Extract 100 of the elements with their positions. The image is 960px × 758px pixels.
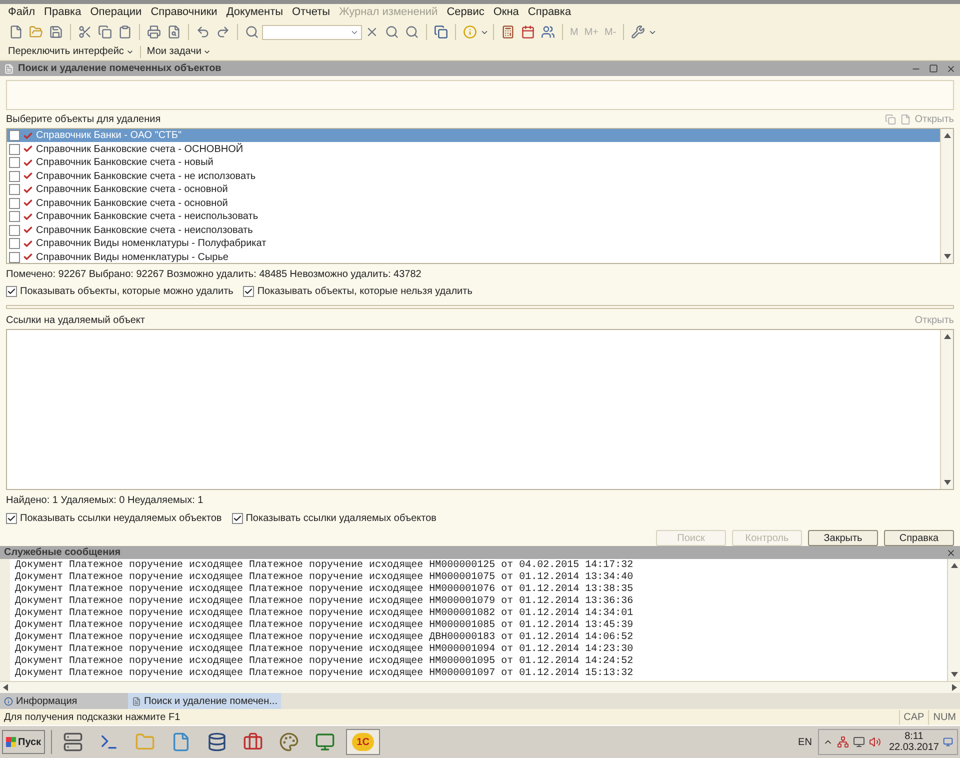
- panel-button[interactable]: Переключить интерфейс: [8, 44, 134, 59]
- list-row[interactable]: Справочник Банковские счета - неисползовать: [7, 223, 940, 237]
- window-title: Поиск и удаление помеченных объектов: [18, 62, 222, 76]
- checkbox[interactable]: [6, 286, 17, 297]
- search-field[interactable]: [262, 24, 362, 40]
- list-row[interactable]: Справочник Банковские счета - неиспользовать: [7, 210, 940, 224]
- windows-logo-icon: [6, 737, 16, 747]
- summary-text: Найдено: 1 Удаляемых: 0 Неудаляемых: 1: [6, 494, 204, 508]
- network-icon[interactable]: [836, 736, 849, 748]
- message-line: Документ Платежное поручение исходящее Платежное поручение исходящее НМ000001085 от 01.12.2014 13:45:39: [15, 620, 634, 632]
- deletion-mark-icon: [23, 212, 33, 222]
- scroll-right-icon[interactable]: [952, 684, 957, 691]
- dialog-button[interactable]: Закрыть: [808, 530, 878, 546]
- object-name: Справочник Банковские счета - новый: [36, 156, 214, 170]
- list-row[interactable]: Справочник Банковские счета - основной: [7, 182, 940, 196]
- menu-item[interactable]: Файл: [8, 4, 36, 21]
- message-line: Документ Платежное поручение исходящее Платежное поручение исходящее НМ000001095 от 01.12.2014 14:24:52: [15, 656, 634, 668]
- checkbox-label: Показывать ссылки неудаляемых объектов: [20, 512, 222, 526]
- panel-button[interactable]: Мои задачи: [146, 44, 212, 59]
- dialog-button[interactable]: Справка: [884, 530, 954, 546]
- maximize-icon[interactable]: [929, 64, 938, 73]
- message-line: Документ Платежное поручение исходящее Платежное поручение исходящее НМ000001097 от 01.12.2014 15:13:32: [15, 668, 634, 680]
- status-hint: Для получения подсказки нажмите F1: [4, 710, 182, 724]
- message-line: Документ Платежное поручение исходящее Платежное поручение исходящее НМ000001075 от 01.12.2014 13:34:40: [15, 572, 634, 584]
- section-label: Выберите объекты для удаления: [6, 113, 161, 128]
- clock-date: 22.03.2017: [888, 742, 939, 753]
- display-icon[interactable]: [852, 736, 865, 748]
- deletion-mark-icon: [23, 252, 33, 262]
- checkbox[interactable]: [232, 512, 243, 524]
- message-line: Документ Платежное поручение исходящее Платежное поручение исходящее ДВН00000183 от 01.12.2014 14:06:52: [15, 632, 634, 644]
- scroll-left-icon[interactable]: [3, 684, 8, 691]
- menu-item[interactable]: Операции: [90, 4, 142, 21]
- checkbox-label: Показывать ссылки удаляемых объектов: [246, 512, 436, 526]
- message-line: Документ Платежное поручение исходящее Платежное поручение исходящее НМ000001076 от 01.12.2014 13:38:35: [15, 584, 634, 596]
- checkbox[interactable]: [9, 170, 20, 182]
- checkbox[interactable]: [243, 286, 254, 297]
- panel-title: Служебные сообщения: [4, 546, 121, 560]
- list-row[interactable]: Справочник Виды номенклатуры - Сырье: [7, 250, 940, 263]
- deletion-mark-icon: [23, 130, 33, 141]
- object-name: Справочник Банковские счета - неисползовать: [36, 224, 253, 238]
- document-icon: [4, 64, 14, 74]
- window-tab[interactable]: Поиск и удаление помечен...: [128, 693, 282, 709]
- show-desktop-icon[interactable]: [943, 737, 953, 747]
- object-name: Справочник Банковские счета - не иcползовать: [36, 170, 256, 184]
- start-button[interactable]: Пуск: [2, 730, 46, 754]
- object-name: Справочник Виды номенклатуры - Сырье: [36, 250, 228, 263]
- info-icon: [4, 696, 13, 706]
- checkbox[interactable]: [6, 512, 17, 524]
- list-row[interactable]: Справочник Банковские счета - новый: [7, 156, 940, 170]
- list-row[interactable]: Справочник Виды номенклатуры - Полуфабрикат: [7, 236, 940, 250]
- message-line: Документ Платежное поручение исходящее Платежное поручение исходящее НМ000001082 от 01.12.2014 14:34:01: [15, 608, 634, 620]
- list-row[interactable]: Справочник Банковские счета - ОСНОВНОЙ: [7, 142, 940, 156]
- deletion-mark-icon: [23, 171, 33, 182]
- menu-item[interactable]: Справочники: [150, 4, 218, 21]
- document-icon: [132, 696, 141, 706]
- checkbox-label: Показывать объекты, которые нельзя удалить: [257, 284, 472, 299]
- menu-item[interactable]: Сервис: [446, 4, 484, 21]
- checkbox[interactable]: [9, 157, 20, 168]
- checkbox[interactable]: [9, 198, 20, 209]
- deletion-mark-icon: [23, 198, 33, 208]
- checkbox[interactable]: [9, 238, 20, 250]
- checkbox[interactable]: [9, 211, 20, 222]
- clock-time: 8:11: [904, 731, 924, 742]
- object-name: Справочник Виды номенклатуры - Полуфабрикат: [36, 237, 266, 252]
- list-row[interactable]: Справочник Банковские счета - основной: [7, 196, 940, 210]
- window-tab[interactable]: Информация: [0, 693, 128, 709]
- volume-icon[interactable]: [868, 736, 881, 748]
- menu-item[interactable]: Правка: [44, 4, 82, 21]
- checkbox[interactable]: [9, 252, 20, 263]
- scroll-up-icon[interactable]: [944, 334, 950, 339]
- deletion-mark-icon: [23, 225, 33, 236]
- deletion-mark-icon: [23, 144, 33, 154]
- menu-item[interactable]: Документы: [226, 4, 284, 21]
- checkbox[interactable]: [9, 130, 20, 142]
- menu-item[interactable]: Окна: [493, 4, 519, 21]
- active-app-button[interactable]: 1С: [346, 729, 380, 755]
- deletion-mark-icon: [23, 184, 33, 195]
- message-line: Документ Платежное поручение исходящее Платежное поручение исходящее НМ000000125 от 04.02.2015 14:17:32: [15, 560, 634, 572]
- object-name: Справочник Банковские счета - ОСНОВНОЙ: [36, 142, 244, 157]
- checkbox[interactable]: [9, 224, 20, 236]
- checkbox-label: Показывать объекты, которые можно удалить: [20, 284, 234, 299]
- close-icon[interactable]: [946, 64, 956, 74]
- scroll-down-icon[interactable]: [944, 480, 950, 485]
- object-name: Справочник Банковские счета - основной: [36, 196, 228, 211]
- list-row[interactable]: Справочник Банковские счета - не иcползовать: [7, 169, 940, 183]
- object-name: Справочник Банки - ОАО "СТБ": [36, 129, 182, 144]
- menu-item[interactable]: Справка: [528, 4, 572, 21]
- object-name: Справочник Банковские счета - неиспользовать: [36, 210, 258, 224]
- scroll-up-icon[interactable]: [950, 563, 958, 568]
- scroll-down-icon[interactable]: [944, 254, 950, 259]
- menu-item[interactable]: Отчеты: [292, 4, 330, 21]
- scroll-down-icon[interactable]: [950, 672, 958, 677]
- checkbox[interactable]: [9, 144, 20, 155]
- deletion-mark-icon: [23, 238, 33, 249]
- object-name: Справочник Банковские счета - основной: [36, 183, 228, 198]
- close-icon[interactable]: [946, 548, 956, 558]
- summary-text: Помечено: 92267 Выбрано: 92267 Возможно удалить: 48485 Невозможно удалить: 43782: [6, 268, 422, 282]
- checkbox[interactable]: [9, 184, 20, 196]
- scroll-up-icon[interactable]: [944, 132, 950, 138]
- deletion-mark-icon: [23, 158, 33, 168]
